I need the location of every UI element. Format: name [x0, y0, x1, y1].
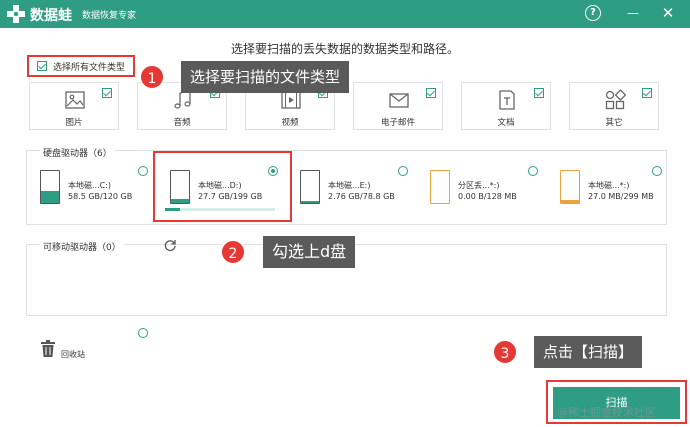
drive-size: 0.00 B/128 MB	[458, 192, 517, 201]
drive-e[interactable]: 本地磁...E:) 2.76 GB/78.8 GB	[300, 166, 410, 212]
removable-title: 可移动驱动器（0）	[40, 240, 124, 253]
type-label-video: 视频	[281, 118, 299, 128]
drive-lost-partition-radio[interactable]	[528, 166, 538, 176]
other-icon	[605, 89, 626, 110]
type-card-document[interactable]: 文档	[461, 82, 551, 130]
select-all-label: 选择所有文件类型	[53, 63, 126, 73]
other-checkbox[interactable]	[642, 88, 652, 98]
drive-size: 58.5 GB/120 GB	[68, 192, 133, 201]
callout-3-badge: 3	[492, 339, 518, 365]
drive-name: 分区丢...*:)	[458, 181, 500, 190]
app-name: 数据蛙	[30, 8, 72, 24]
type-label-audio: 音频	[173, 118, 191, 128]
type-label-image: 图片	[65, 118, 83, 128]
drive-icon	[430, 170, 450, 204]
drive-local-unknown-radio[interactable]	[652, 166, 662, 176]
close-button[interactable]: ✕	[660, 5, 676, 21]
trash-icon[interactable]	[40, 340, 56, 358]
title-bar: 数据蛙 数据恢复专家 ? — ✕	[0, 0, 690, 28]
callout-2-text: 勾选上d盘	[263, 236, 356, 268]
help-button[interactable]: ?	[585, 5, 601, 21]
drive-c-radio[interactable]	[138, 166, 148, 176]
drive-lost-partition[interactable]: 分区丢...*:) 0.00 B/128 MB	[430, 166, 540, 212]
minimize-button[interactable]: —	[625, 5, 641, 21]
type-card-image[interactable]: 图片	[29, 82, 119, 130]
refresh-icon[interactable]	[163, 238, 177, 252]
callout-1-text: 选择要扫描的文件类型	[181, 61, 350, 93]
drive-c[interactable]: 本地磁...C:) 58.5 GB/120 GB	[40, 166, 150, 212]
drive-name: 本地磁...C:)	[68, 181, 112, 190]
type-label-document: 文档	[497, 118, 515, 128]
selected-drive-highlight	[153, 151, 292, 222]
select-all-checkbox[interactable]	[37, 61, 47, 71]
drive-e-radio[interactable]	[398, 166, 408, 176]
drive-size: 27.0 MB/299 MB	[588, 192, 654, 201]
drive-size: 2.76 GB/78.8 GB	[328, 192, 395, 201]
app-logo-icon	[7, 5, 25, 23]
type-card-email[interactable]: 电子邮件	[353, 82, 443, 130]
drive-icon	[300, 170, 320, 204]
drive-name: 本地磁...*:)	[588, 181, 630, 190]
mail-icon	[389, 93, 409, 108]
recycle-radio[interactable]	[138, 328, 148, 338]
type-label-other: 其它	[605, 118, 623, 128]
watermark: @稀土掘金技术社区	[557, 406, 656, 419]
document-icon	[499, 90, 515, 110]
type-card-other[interactable]: 其它	[569, 82, 659, 130]
recycle-label[interactable]: 回收站	[61, 349, 85, 360]
select-all-types[interactable]: 选择所有文件类型	[27, 55, 135, 77]
callout-2-badge: 2	[220, 239, 246, 265]
hard-drive-title: 硬盘驱动器（6）	[40, 146, 115, 159]
drive-name: 本地磁...E:)	[328, 181, 371, 190]
email-checkbox[interactable]	[426, 88, 436, 98]
drive-icon	[560, 170, 580, 204]
document-checkbox[interactable]	[534, 88, 544, 98]
type-label-email: 电子邮件	[380, 118, 415, 128]
drive-icon	[40, 170, 60, 204]
image-checkbox[interactable]	[102, 88, 112, 98]
callout-3-text: 点击【扫描】	[534, 336, 643, 368]
app-subtitle: 数据恢复专家	[82, 11, 137, 21]
image-icon	[65, 91, 85, 109]
callout-1-badge: 1	[139, 64, 165, 90]
